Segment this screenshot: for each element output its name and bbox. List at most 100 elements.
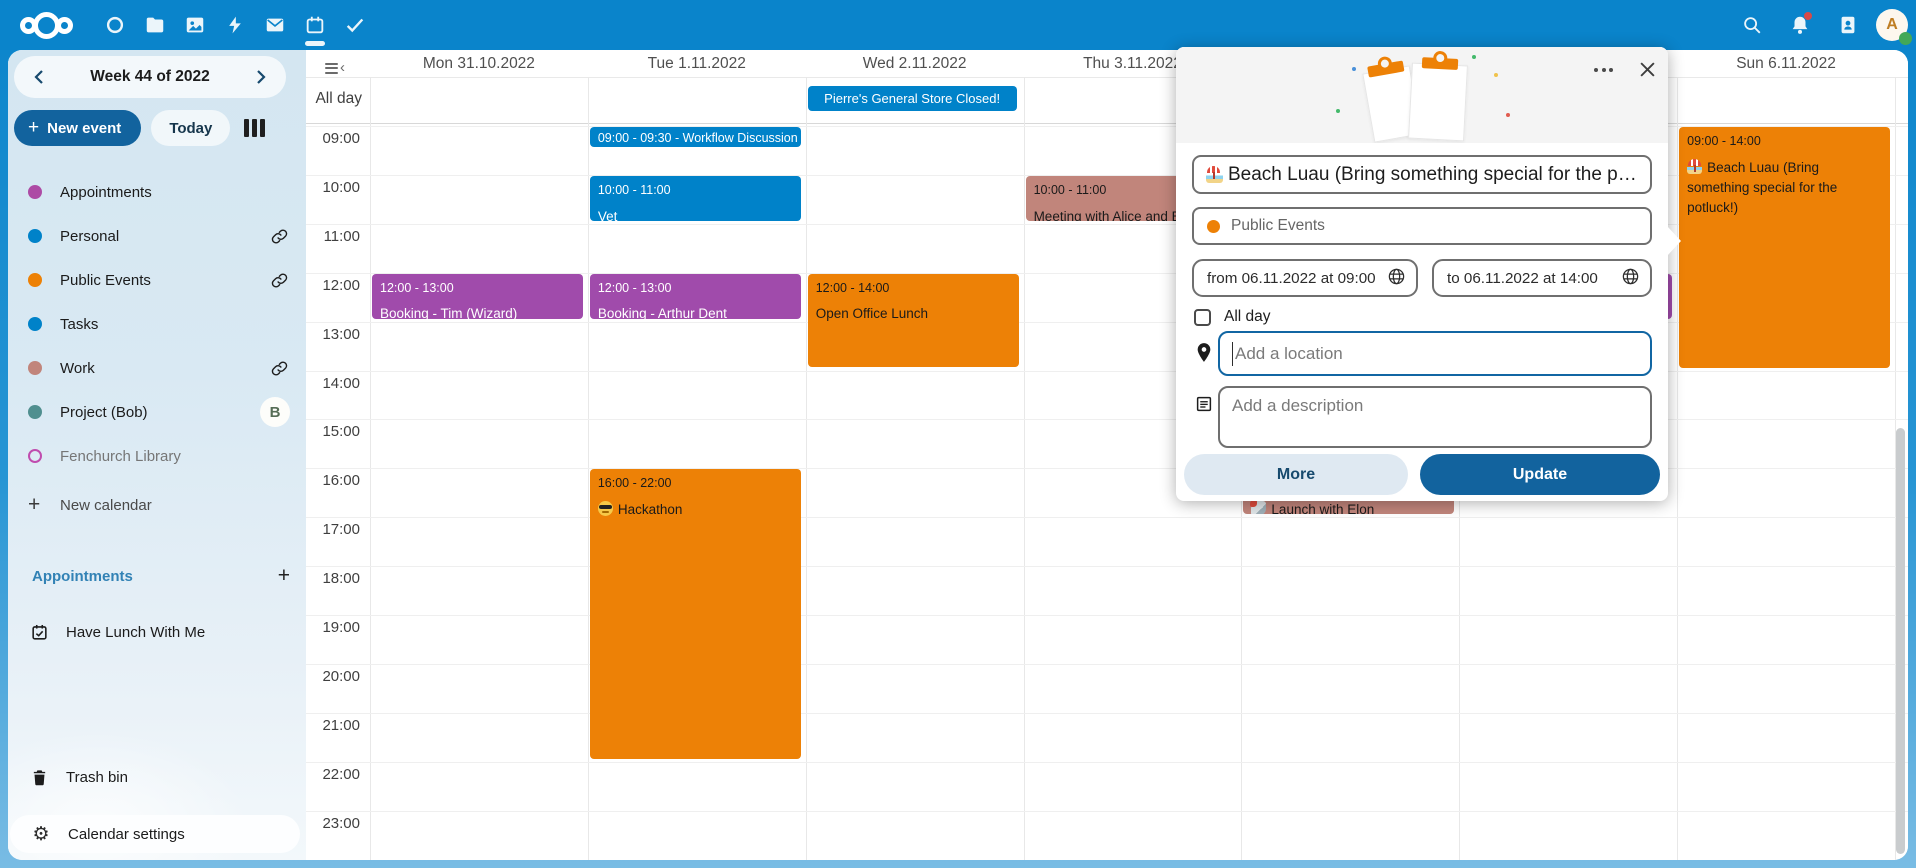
event-booking-tim-wizard[interactable]: 12:00 - 13:00 Booking - Tim (Wizard) xyxy=(372,274,583,319)
contacts-icon[interactable] xyxy=(1828,0,1868,50)
trash-bin-button[interactable]: Trash bin xyxy=(8,755,306,799)
time-label-14-00: 14:00 xyxy=(306,375,360,392)
user-avatar[interactable]: A xyxy=(1876,9,1908,41)
hour-line xyxy=(306,566,1908,567)
sunglasses-emoji-icon xyxy=(598,501,613,516)
confetti-dot xyxy=(1494,73,1498,77)
event-time: 12:00 - 13:00 xyxy=(598,279,793,298)
popover-actions xyxy=(1588,59,1658,80)
share-avatar: B xyxy=(260,397,290,427)
gear-icon: ⚙ xyxy=(30,823,52,846)
circle-icon[interactable] xyxy=(95,0,135,50)
time-label-17-00: 17:00 xyxy=(306,521,360,538)
allday-checkbox[interactable] xyxy=(1194,309,1211,326)
next-week-button[interactable] xyxy=(244,60,278,94)
appointments-section: Appointments + xyxy=(8,558,306,594)
day-header-sun-6-11-2022: Sun 6.11.2022 xyxy=(1677,53,1895,75)
event-time: 10:00 - 11:00 xyxy=(598,181,793,200)
calendar-picker[interactable]: Public Events xyxy=(1192,207,1652,245)
previous-week-button[interactable] xyxy=(22,60,56,94)
add-appointment-button[interactable]: + xyxy=(278,564,290,588)
close-icon[interactable] xyxy=(1637,59,1658,80)
sidebar-calendar-public-events[interactable]: Public Events xyxy=(8,258,306,302)
event-time: 16:00 - 22:00 xyxy=(598,474,793,493)
share-link-icon[interactable] xyxy=(268,269,290,291)
time-label-22-00: 22:00 xyxy=(306,766,360,783)
photos-icon[interactable] xyxy=(175,0,215,50)
sidebar-calendar-work[interactable]: Work xyxy=(8,346,306,390)
event-vet[interactable]: 10:00 - 11:00Vet xyxy=(590,176,801,221)
calendar-icon[interactable] xyxy=(295,0,335,50)
day-header-tue-1-11-2022: Tue 1.11.2022 xyxy=(588,53,806,75)
description-input[interactable]: Add a description xyxy=(1218,386,1652,448)
new-event-button[interactable]: + New event xyxy=(14,110,141,146)
event-hackathon[interactable]: 16:00 - 22:00 Hackathon xyxy=(590,469,801,758)
calendar-color-dot xyxy=(28,185,42,199)
confetti-dot xyxy=(1506,113,1510,117)
update-button[interactable]: Update xyxy=(1420,454,1660,495)
day-header-wed-2-11-2022: Wed 2.11.2022 xyxy=(806,53,1024,75)
calendar-name: Appointments xyxy=(60,184,290,201)
sidebar-calendar-fenchurch-library[interactable]: Fenchurch Library xyxy=(8,434,306,478)
time-label-16-00: 16:00 xyxy=(306,472,360,489)
week-title[interactable]: Week 44 of 2022 xyxy=(90,68,209,86)
calendar-settings-button[interactable]: ⚙ Calendar settings xyxy=(10,815,300,853)
event-illustration xyxy=(1408,63,1468,142)
time-label-10-00: 10:00 xyxy=(306,179,360,196)
start-datetime-field[interactable]: from 06.11.2022 at 09:00 xyxy=(1192,259,1418,297)
search-icon[interactable] xyxy=(1732,0,1772,50)
app-launcher xyxy=(95,0,375,50)
allday-event-pierre-s-general-store-closed[interactable]: Pierre's General Store Closed! xyxy=(808,86,1017,111)
more-button[interactable]: More xyxy=(1184,454,1408,495)
logo-circle-middle xyxy=(33,12,60,39)
activity-icon[interactable] xyxy=(215,0,255,50)
more-options-icon[interactable] xyxy=(1588,62,1619,78)
end-datetime-field[interactable]: to 06.11.2022 at 14:00 xyxy=(1432,259,1652,297)
event-time: 12:00 - 13:00 xyxy=(380,279,575,298)
sidebar-calendar-project-bob[interactable]: Project (Bob)B xyxy=(8,390,306,434)
avatar-letter: A xyxy=(1886,16,1898,34)
week-navigation: Week 44 of 2022 xyxy=(14,56,286,98)
sidebar-toggle-icon[interactable]: ‹ xyxy=(325,62,345,74)
event-09-00-09-30-workflow-discussion[interactable]: 09:00 - 09:30 - Workflow Discussion xyxy=(590,127,801,147)
event-title: Hackathon xyxy=(598,500,793,520)
time-label-20-00: 20:00 xyxy=(306,668,360,685)
nextcloud-logo[interactable] xyxy=(20,0,73,50)
time-label-15-00: 15:00 xyxy=(306,423,360,440)
event-editor-popover: Beach Luau (Bring something special for … xyxy=(1176,47,1668,501)
calendar-name: Tasks xyxy=(60,316,290,333)
sidebar-calendar-tasks[interactable]: Tasks xyxy=(8,302,306,346)
event-beach-luau-bring-something-special-for-the-potluck[interactable]: 09:00 - 14:00Beach Luau (Bring something… xyxy=(1679,127,1890,368)
timezone-globe-icon[interactable] xyxy=(1387,267,1406,290)
sidebar-calendar-personal[interactable]: Personal xyxy=(8,214,306,258)
top-bar: A xyxy=(0,0,1916,50)
tasks-icon[interactable] xyxy=(335,0,375,50)
sidebar-calendar-appointments[interactable]: Appointments xyxy=(8,170,306,214)
event-title: Open Office Lunch xyxy=(816,304,1011,324)
rocket-emoji-icon xyxy=(1251,501,1266,514)
event-open-office-lunch[interactable]: 12:00 - 14:00Open Office Lunch xyxy=(808,274,1019,368)
location-input[interactable]: Add a location xyxy=(1218,331,1652,376)
event-title: Booking - Arthur Dent xyxy=(598,304,793,318)
event-booking-arthur-dent[interactable]: 12:00 - 13:00 Booking - Arthur Dent xyxy=(590,274,801,319)
event-title: Booking - Tim (Wizard) xyxy=(380,304,575,318)
share-link-icon[interactable] xyxy=(268,357,290,379)
files-icon[interactable] xyxy=(135,0,175,50)
new-calendar-button[interactable]: + New calendar xyxy=(8,483,306,527)
hour-line xyxy=(306,517,1908,518)
mail-icon[interactable] xyxy=(255,0,295,50)
share-link-icon[interactable] xyxy=(268,225,290,247)
allday-label: All day xyxy=(308,90,362,108)
notifications-icon[interactable] xyxy=(1780,0,1820,50)
timezone-globe-icon[interactable] xyxy=(1621,267,1640,290)
vertical-scrollbar[interactable] xyxy=(1896,428,1905,854)
event-title-input[interactable]: Beach Luau (Bring something special for … xyxy=(1192,155,1652,194)
calendar-name: Public Events xyxy=(60,272,268,289)
event-title: Launch with Elon xyxy=(1251,500,1446,514)
appointment-item-have-lunch-with-me[interactable]: Have Lunch With Me xyxy=(8,610,306,654)
day-header-mon-31-10-2022: Mon 31.10.2022 xyxy=(370,53,588,75)
week-view-icon[interactable] xyxy=(244,119,265,137)
today-button[interactable]: Today xyxy=(151,110,230,146)
allday-checkbox-row[interactable]: All day xyxy=(1194,308,1271,326)
event-time: 09:00 - 14:00 xyxy=(1687,132,1882,151)
